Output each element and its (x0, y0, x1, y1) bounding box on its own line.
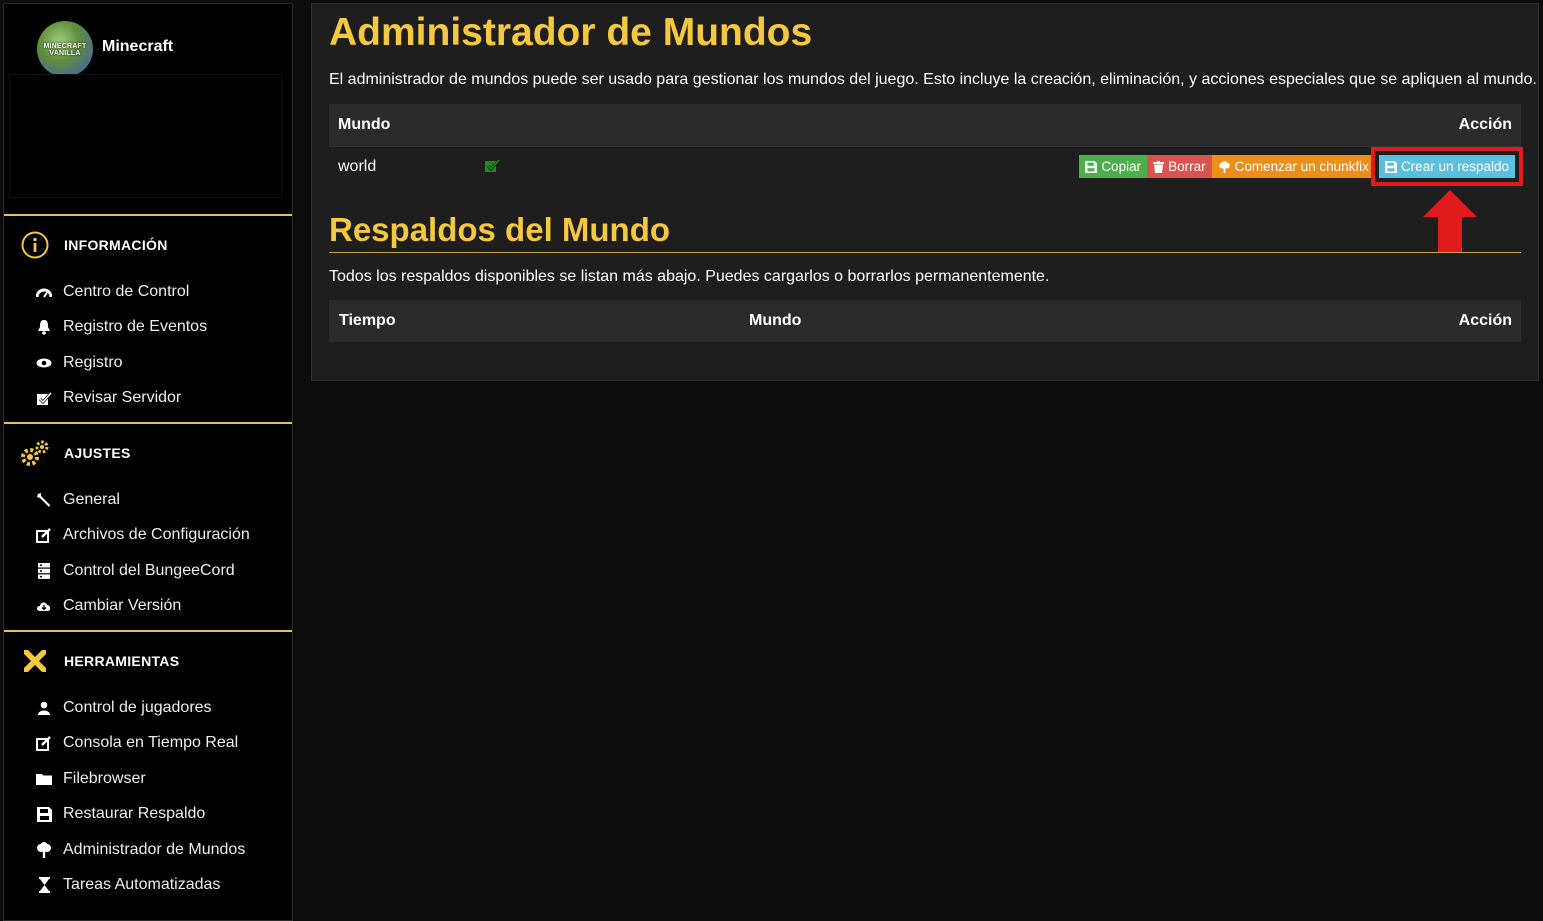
delete-button[interactable]: Borrar (1147, 155, 1212, 178)
main-panel: Administrador de Mundos El administrador… (311, 3, 1539, 381)
dashboard-icon (36, 284, 52, 300)
server-icon (36, 562, 52, 579)
info-icon (20, 230, 50, 260)
column-header-action: Acción (1458, 116, 1512, 133)
backups-title: Respaldos del Mundo (329, 208, 1521, 253)
column-header-action: Acción (1458, 312, 1512, 329)
column-header-time: Tiempo (339, 312, 396, 329)
sidebar-item-label: General (63, 490, 120, 508)
sidebar-section-informacion: INFORMACIÓN Centro de Control Registro d… (4, 214, 292, 422)
sidebar-item-archivos-de-configuracion[interactable]: Archivos de Configuración (4, 518, 292, 554)
sidebar-item-registro[interactable]: Registro (4, 345, 292, 381)
floppy-icon (36, 806, 52, 822)
tree-icon (1218, 160, 1231, 173)
sidebar-item-label: Consola en Tiempo Real (63, 734, 239, 752)
section-header-herramientas: HERRAMIENTAS (4, 632, 292, 690)
page-description: El administrador de mundos puede ser usa… (329, 71, 1537, 88)
sidebar-item-control-de-jugadores[interactable]: Control de jugadores (4, 690, 292, 726)
table-row: world Copiar Borrar Comenzar un chunkfix (329, 146, 1524, 187)
copy-button-label: Copiar (1101, 159, 1142, 174)
sidebar-item-label: Registro (63, 353, 123, 371)
worlds-table-header: Mundo Acción (329, 104, 1521, 146)
server-name: Minecraft (102, 38, 174, 55)
sidebar: MINECRAFT VANILLA Minecraft INFORMACIÓN … (3, 3, 293, 921)
edit-icon (36, 527, 52, 544)
active-check-icon (484, 158, 501, 174)
profile-panel (9, 74, 282, 198)
section-header-informacion: INFORMACIÓN (4, 216, 292, 274)
sidebar-item-label: Cambiar Versión (63, 597, 182, 615)
sidebar-item-label: Control del BungeeCord (63, 561, 235, 579)
chunkfix-button[interactable]: Comenzar un chunkfix (1211, 155, 1375, 178)
trash-icon (1153, 160, 1165, 173)
folder-icon (36, 771, 52, 787)
gears-icon (20, 438, 50, 468)
floppy-icon (1085, 160, 1098, 173)
eye-icon (36, 355, 52, 371)
edit-icon (36, 735, 52, 752)
create-backup-button[interactable]: Crear un respaldo (1370, 147, 1524, 186)
sidebar-item-label: Filebrowser (63, 769, 146, 787)
sidebar-item-cambiar-version[interactable]: Cambiar Versión (4, 589, 292, 625)
sidebar-item-revisar-servidor[interactable]: Revisar Servidor (4, 381, 292, 417)
world-name: world (338, 158, 377, 175)
backups-description: Todos los respaldos disponibles se lista… (329, 268, 1050, 285)
sidebar-item-label: Control de jugadores (63, 698, 212, 716)
column-header-world: Mundo (338, 116, 391, 133)
checkbox-icon (36, 390, 52, 406)
cloud-download-icon (36, 598, 52, 614)
sidebar-item-label: Restaurar Respaldo (63, 805, 206, 823)
tree-icon (36, 841, 52, 858)
bell-icon (36, 319, 52, 336)
world-actions: Copiar Borrar Comenzar un chunkfix Crear… (1079, 147, 1524, 186)
sidebar-item-filebrowser[interactable]: Filebrowser (4, 761, 292, 797)
wrench-icon (36, 492, 52, 508)
sidebar-section-ajustes: AJUSTES General Archivos de Configuració… (4, 422, 292, 630)
backups-table: Tiempo Mundo Acción (329, 300, 1521, 342)
create-backup-button-label: Crear un respaldo (1400, 159, 1509, 174)
sidebar-item-label: Revisar Servidor (63, 389, 182, 407)
sidebar-item-label: Tareas Automatizadas (63, 876, 221, 894)
hourglass-icon (36, 877, 52, 894)
sidebar-item-label: Archivos de Configuración (63, 526, 250, 544)
server-profile: MINECRAFT VANILLA Minecraft (4, 4, 292, 214)
sidebar-item-restaurar-respaldo[interactable]: Restaurar Respaldo (4, 797, 292, 833)
sidebar-section-herramientas: HERRAMIENTAS Control de jugadores Consol… (4, 630, 292, 909)
column-header-world: Mundo (749, 312, 802, 329)
section-title: AJUSTES (64, 445, 131, 461)
tools-icon (20, 646, 50, 676)
sidebar-item-control-del-bungeecord[interactable]: Control del BungeeCord (4, 553, 292, 589)
sidebar-item-label: Registro de Eventos (63, 318, 208, 336)
section-title: INFORMACIÓN (64, 237, 168, 253)
sidebar-item-administrador-de-mundos[interactable]: Administrador de Mundos (4, 832, 292, 868)
sidebar-item-label: Centro de Control (63, 282, 190, 300)
sidebar-item-centro-de-control[interactable]: Centro de Control (4, 274, 292, 310)
copy-button[interactable]: Copiar (1079, 155, 1148, 178)
backups-table-header: Tiempo Mundo Acción (329, 300, 1521, 342)
server-avatar: MINECRAFT VANILLA (37, 21, 93, 77)
sidebar-item-registro-de-eventos[interactable]: Registro de Eventos (4, 310, 292, 346)
sidebar-item-consola-en-tiempo-real[interactable]: Consola en Tiempo Real (4, 726, 292, 762)
floppy-icon (1384, 160, 1397, 173)
worlds-table: Mundo Acción world Copiar Borrar Comenza (329, 104, 1524, 187)
page-title: Administrador de Mundos (329, 11, 813, 54)
avatar-text: MINECRAFT VANILLA (43, 43, 87, 57)
sidebar-item-tareas-automatizadas[interactable]: Tareas Automatizadas (4, 868, 292, 904)
sidebar-item-general[interactable]: General (4, 482, 292, 518)
section-title: HERRAMIENTAS (64, 653, 180, 669)
sidebar-item-label: Administrador de Mundos (63, 840, 246, 858)
chunkfix-button-label: Comenzar un chunkfix (1234, 159, 1369, 174)
section-header-ajustes: AJUSTES (4, 424, 292, 482)
delete-button-label: Borrar (1168, 159, 1206, 174)
user-icon (36, 700, 52, 716)
